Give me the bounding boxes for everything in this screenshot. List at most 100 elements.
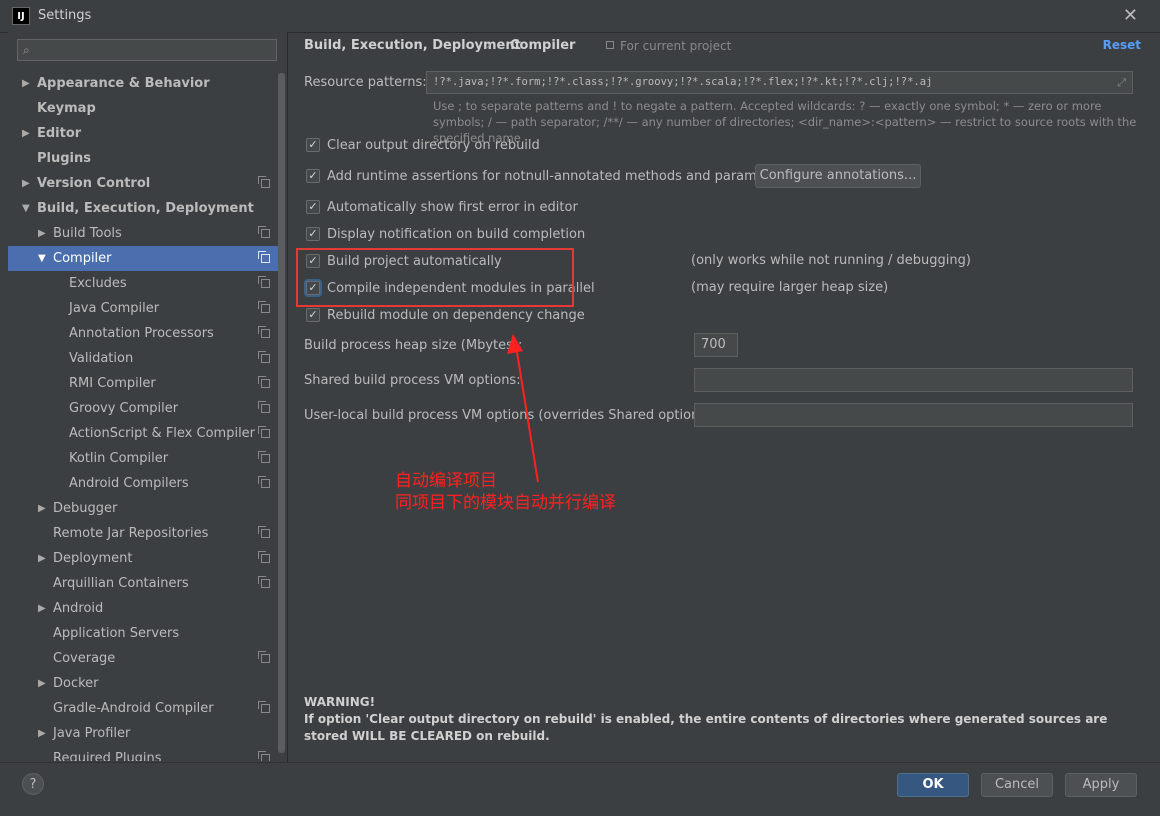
close-icon[interactable]: ✕ [1123,5,1138,26]
sidebar-item-kotlin-compiler[interactable]: Kotlin Compiler [8,446,278,471]
cancel-button[interactable]: Cancel [981,773,1053,797]
project-scope-icon [258,526,270,538]
heap-size-input[interactable]: 700 [694,333,738,357]
sidebar-item-appearance-behavior[interactable]: ▶ Appearance & Behavior [8,71,278,96]
sidebar-item-debugger[interactable]: ▶ Debugger [8,496,278,521]
dialog-footer: ? OK Cancel Apply [0,762,1160,816]
collapsed-arrow-icon[interactable]: ▶ [38,496,46,521]
resource-patterns-label: Resource patterns: [304,75,427,90]
expand-icon[interactable]: ⤢ [1117,72,1126,93]
sidebar-item-java-compiler[interactable]: Java Compiler [8,296,278,321]
sidebar-item-compiler[interactable]: ▼ Compiler [8,246,278,271]
resource-patterns-input[interactable]: !?*.java;!?*.form;!?*.class;!?*.groovy;!… [426,71,1133,94]
checkbox[interactable]: ✓ [306,200,320,214]
sidebar-item-label: Application Servers [53,626,180,641]
sidebar-item-label: Debugger [53,501,118,516]
sidebar-item-label: Kotlin Compiler [69,451,169,466]
shared-vm-input[interactable] [694,368,1133,392]
collapsed-arrow-icon[interactable]: ▶ [22,121,30,146]
checkbox[interactable]: ✓ [306,308,320,322]
sidebar-item-rmi-compiler[interactable]: RMI Compiler [8,371,278,396]
sidebar-item-gradle-android-compiler[interactable]: Gradle-Android Compiler [8,696,278,721]
option-label: Add runtime assertions for notnull-annot… [327,169,791,184]
apply-button[interactable]: Apply [1065,773,1137,797]
sidebar-item-build-tools[interactable]: ▶ Build Tools [8,221,278,246]
help-button[interactable]: ? [22,773,44,795]
highlight-box [296,248,574,307]
sidebar-item-build-execution-deployment[interactable]: ▼ Build, Execution, Deployment [8,196,278,221]
project-scope-icon [258,751,270,761]
search-input[interactable] [40,42,274,60]
sidebar-item-version-control[interactable]: ▶ Version Control [8,171,278,196]
checkbox[interactable]: ✓ [306,138,320,152]
sidebar-item-remote-jar-repositories[interactable]: Remote Jar Repositories [8,521,278,546]
sidebar-item-android[interactable]: ▶ Android [8,596,278,621]
sidebar-item-application-servers[interactable]: Application Servers [8,621,278,646]
sidebar-item-java-profiler[interactable]: ▶ Java Profiler [8,721,278,746]
project-scope-icon [258,701,270,713]
expanded-arrow-icon[interactable]: ▼ [38,246,46,271]
collapsed-arrow-icon[interactable]: ▶ [22,71,30,96]
project-scope-icon [258,401,270,413]
sidebar-item-android-compilers[interactable]: Android Compilers [8,471,278,496]
option-label: Clear output directory on rebuild [327,138,540,153]
ok-button[interactable]: OK [897,773,969,797]
sidebar-item-label: Plugins [37,151,91,166]
collapsed-arrow-icon[interactable]: ▶ [22,171,30,196]
sidebar-item-groovy-compiler[interactable]: Groovy Compiler [8,396,278,421]
sidebar-item-label: Deployment [53,551,133,566]
project-scope-icon [258,251,270,263]
project-scope-icon [258,226,270,238]
collapsed-arrow-icon[interactable]: ▶ [38,596,46,621]
sidebar-item-label: ActionScript & Flex Compiler [69,426,256,441]
reset-link[interactable]: Reset [1103,38,1141,52]
sidebar-item-label: Gradle-Android Compiler [53,701,214,716]
project-scope-icon [258,451,270,463]
sidebar-item-label: Coverage [53,651,116,666]
sidebar-item-keymap[interactable]: Keymap [8,96,278,121]
collapsed-arrow-icon[interactable]: ▶ [38,221,46,246]
sidebar-item-validation[interactable]: Validation [8,346,278,371]
title-bar: IJ Settings ✕ [0,0,1160,33]
sidebar-scrollbar[interactable] [278,73,285,761]
chinese-annotation: 自动编译项目 同项目下的模块自动并行编译 [395,470,616,514]
sidebar-item-plugins[interactable]: Plugins [8,146,278,171]
project-scope-icon [258,326,270,338]
collapsed-arrow-icon[interactable]: ▶ [38,546,46,571]
sidebar-item-arquillian-containers[interactable]: Arquillian Containers [8,571,278,596]
project-scope-icon [258,426,270,438]
sidebar-item-label: Version Control [37,176,151,191]
sidebar-item-annotation-processors[interactable]: Annotation Processors [8,321,278,346]
collapsed-arrow-icon[interactable]: ▶ [38,671,46,696]
sidebar-item-coverage[interactable]: Coverage [8,646,278,671]
settings-search[interactable]: ⌕ [17,39,277,61]
sidebar-item-actionscript-flex-compiler[interactable]: ActionScript & Flex Compiler [8,421,278,446]
sidebar-item-label: Android [53,601,104,616]
option-label: Automatically show first error in editor [327,200,578,215]
sidebar-item-excludes[interactable]: Excludes [8,271,278,296]
user-vm-input[interactable] [694,403,1133,427]
expanded-arrow-icon[interactable]: ▼ [22,196,30,221]
sidebar-item-label: Arquillian Containers [53,576,189,591]
shared-vm-label: Shared build process VM options: [304,373,521,388]
project-scope-icon [258,376,270,388]
checkbox[interactable]: ✓ [306,169,320,183]
sidebar-item-label: Docker [53,676,99,691]
sidebar-item-label: Validation [69,351,134,366]
configure-annotations-button[interactable]: Configure annotations... [755,164,921,188]
sidebar-item-editor[interactable]: ▶ Editor [8,121,278,146]
sidebar-item-deployment[interactable]: ▶ Deployment [8,546,278,571]
checkbox[interactable]: ✓ [306,227,320,241]
sidebar-item-label: Groovy Compiler [69,401,179,416]
sidebar-item-label: Android Compilers [69,476,189,491]
sidebar-item-label: Excludes [69,276,127,291]
collapsed-arrow-icon[interactable]: ▶ [38,721,46,746]
sidebar-item-required-plugins[interactable]: Required Plugins [8,746,278,761]
sidebar-item-label: Keymap [37,101,96,116]
warning-body: If option 'Clear output directory on reb… [304,712,1108,743]
sidebar-item-label: Appearance & Behavior [37,76,210,91]
sidebar-item-label: RMI Compiler [69,376,156,391]
scrollbar-thumb[interactable] [278,73,285,753]
parallel-note: (may require larger heap size) [691,280,889,295]
sidebar-item-docker[interactable]: ▶ Docker [8,671,278,696]
